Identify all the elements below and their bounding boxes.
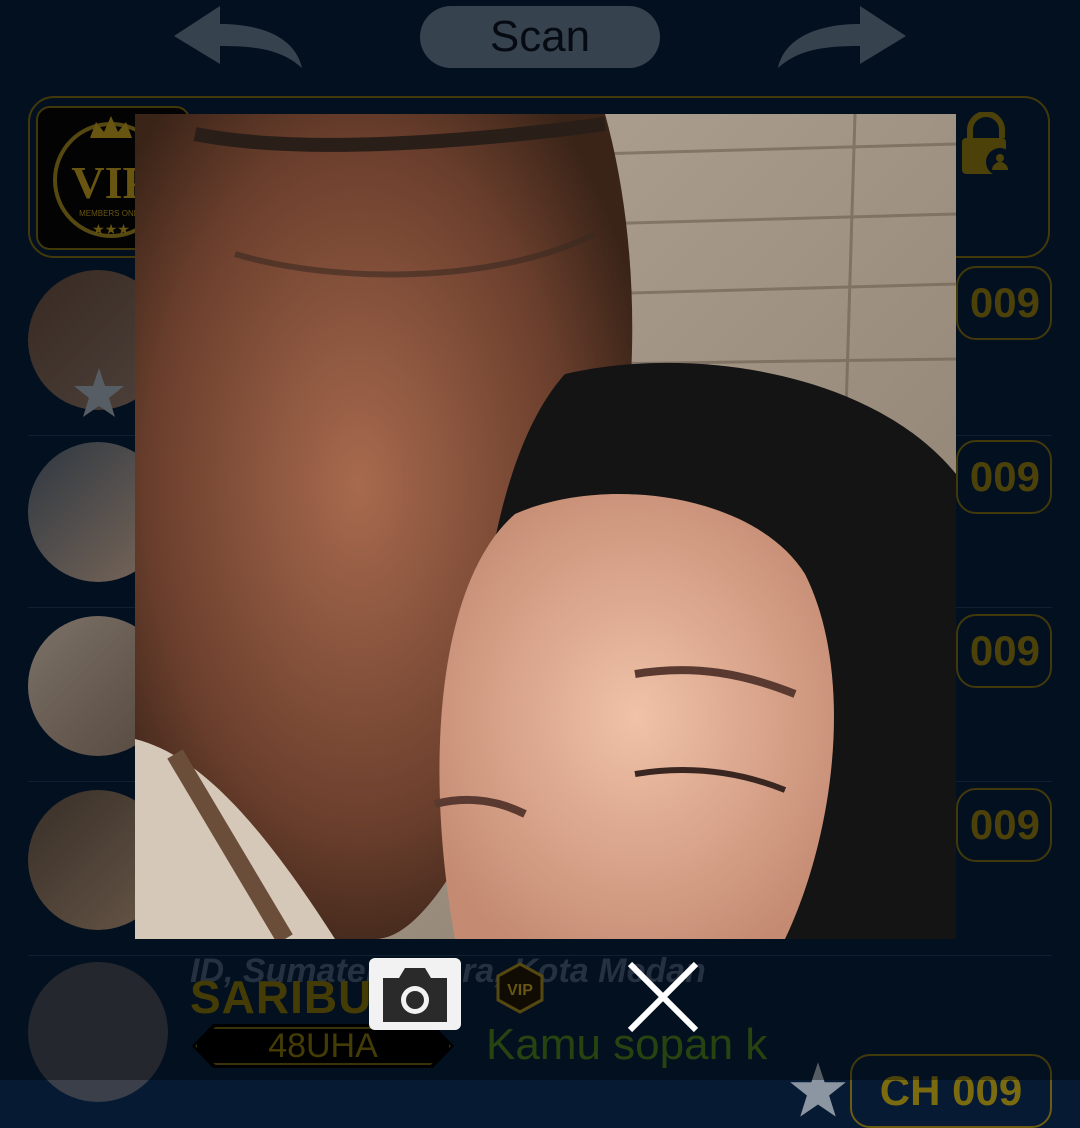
user-id-tag: 48UHA bbox=[192, 1024, 454, 1068]
selfie-photo bbox=[135, 114, 956, 939]
scan-button[interactable]: Scan bbox=[420, 6, 660, 68]
channel-button[interactable]: 009 bbox=[956, 266, 1052, 340]
channel-button[interactable]: CH 009 bbox=[850, 1054, 1052, 1128]
close-x-icon[interactable] bbox=[626, 960, 700, 1034]
list-item[interactable]: ID, Sumatera Utara, Kota Medan SARIBU CA… bbox=[0, 952, 1080, 1128]
avatar bbox=[28, 962, 168, 1102]
star-icon bbox=[790, 1062, 846, 1117]
svg-text:VIP: VIP bbox=[507, 982, 533, 999]
camera-button[interactable] bbox=[369, 958, 461, 1030]
scan-preview-image bbox=[135, 114, 956, 939]
redo-arrow-icon[interactable] bbox=[776, 6, 906, 72]
svg-text:★★★: ★★★ bbox=[92, 221, 130, 237]
svg-text:MEMBERS ONLY: MEMBERS ONLY bbox=[79, 209, 144, 218]
channel-button[interactable]: 009 bbox=[956, 440, 1052, 514]
lock-person-icon[interactable] bbox=[958, 112, 1014, 178]
undo-arrow-icon[interactable] bbox=[174, 6, 304, 72]
channel-button[interactable]: 009 bbox=[956, 614, 1052, 688]
star-icon bbox=[74, 368, 124, 417]
top-bar: Scan bbox=[0, 0, 1080, 85]
channel-button[interactable]: 009 bbox=[956, 788, 1052, 862]
camera-icon bbox=[383, 968, 447, 1022]
vip-badge-icon: VIP bbox=[496, 962, 544, 1014]
